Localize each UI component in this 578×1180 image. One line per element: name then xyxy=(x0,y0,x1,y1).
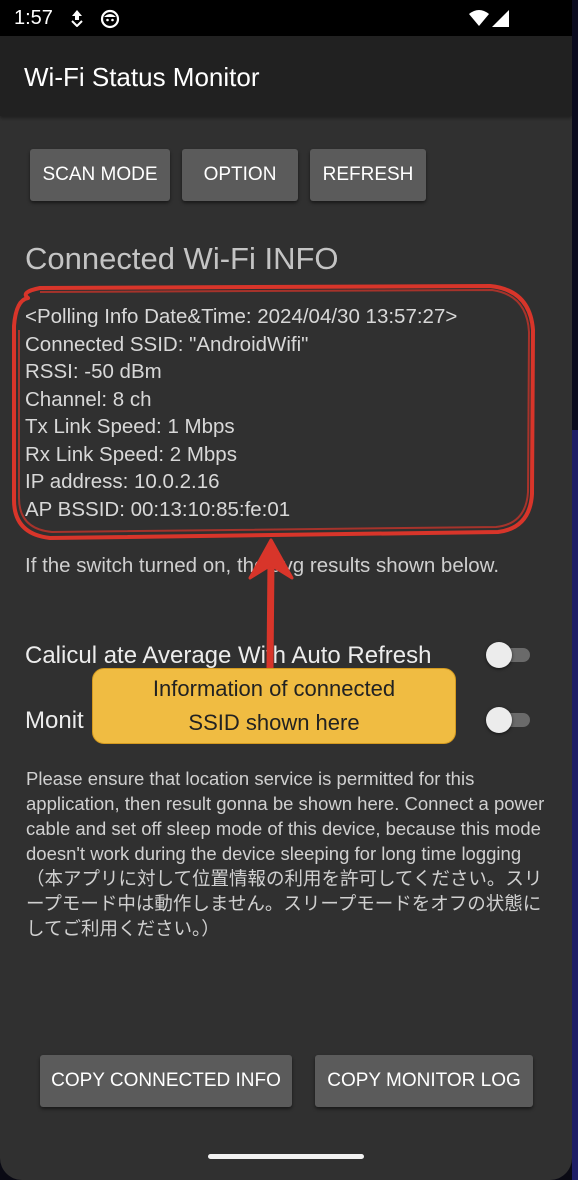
callout-line-1: Information of connected xyxy=(152,676,396,701)
info-heading: Connected Wi-Fi INFO xyxy=(25,241,339,276)
gesture-nav-handle[interactable] xyxy=(208,1154,364,1159)
average-switch-label: Calicul ate Average With Auto Refresh xyxy=(25,642,432,669)
copy-monitor-log-label: COPY MONITOR LOG xyxy=(327,1070,521,1091)
copy-connected-info-label: COPY CONNECTED INFO xyxy=(51,1070,281,1091)
average-note: If the switch turned on, the avg results… xyxy=(25,554,500,577)
average-auto-refresh-switch[interactable] xyxy=(486,639,532,671)
scan-mode-label: SCAN MODE xyxy=(42,164,158,185)
monitor-switch[interactable] xyxy=(486,704,532,736)
status-bar: 1:57 xyxy=(0,0,572,36)
monitor-switch-label: Monit xyxy=(25,707,84,734)
option-label: OPTION xyxy=(203,164,277,185)
phone-screen: 1:57 Wi-Fi Status Monitor SCAN MODE OPTI… xyxy=(0,0,572,1180)
info-line-tx-speed: Tx Link Speed: 1 Mbps xyxy=(25,415,235,438)
device-edge xyxy=(572,0,578,1180)
copy-monitor-log-button[interactable]: COPY MONITOR LOG xyxy=(315,1055,533,1107)
annotation-callout: Information of connected SSID shown here xyxy=(92,668,456,744)
info-line-rssi: RSSI: -50 dBm xyxy=(25,360,162,383)
refresh-button[interactable]: REFRESH xyxy=(310,149,426,201)
info-line-rx-speed: Rx Link Speed: 2 Mbps xyxy=(25,443,237,466)
status-time: 1:57 xyxy=(14,7,53,29)
signal-icon xyxy=(492,10,509,27)
switch-thumb xyxy=(486,707,512,733)
refresh-label: REFRESH xyxy=(322,164,414,185)
info-line-channel: Channel: 8 ch xyxy=(25,388,152,411)
wifi-icon xyxy=(469,10,489,26)
info-line-ssid: Connected SSID: "AndroidWifi" xyxy=(25,333,309,356)
scan-mode-button[interactable]: SCAN MODE xyxy=(30,149,170,201)
app-bar: Wi-Fi Status Monitor xyxy=(0,36,572,116)
callout-line-2: SSID shown here xyxy=(188,710,360,735)
copy-connected-info-button[interactable]: COPY CONNECTED INFO xyxy=(40,1055,292,1107)
option-button[interactable]: OPTION xyxy=(182,149,298,201)
face-icon xyxy=(100,9,120,29)
data-saver-icon xyxy=(71,10,83,27)
info-line-ip-address: IP address: 10.0.2.16 xyxy=(25,470,220,493)
permission-disclaimer: Please ensure that location service is p… xyxy=(26,768,545,939)
info-line-bssid: AP BSSID: 00:13:10:85:fe:01 xyxy=(25,498,291,521)
app-title: Wi-Fi Status Monitor xyxy=(24,62,260,92)
info-line-polling-time: <Polling Info Date&Time: 2024/04/30 13:5… xyxy=(25,305,458,328)
switch-thumb xyxy=(486,642,512,668)
